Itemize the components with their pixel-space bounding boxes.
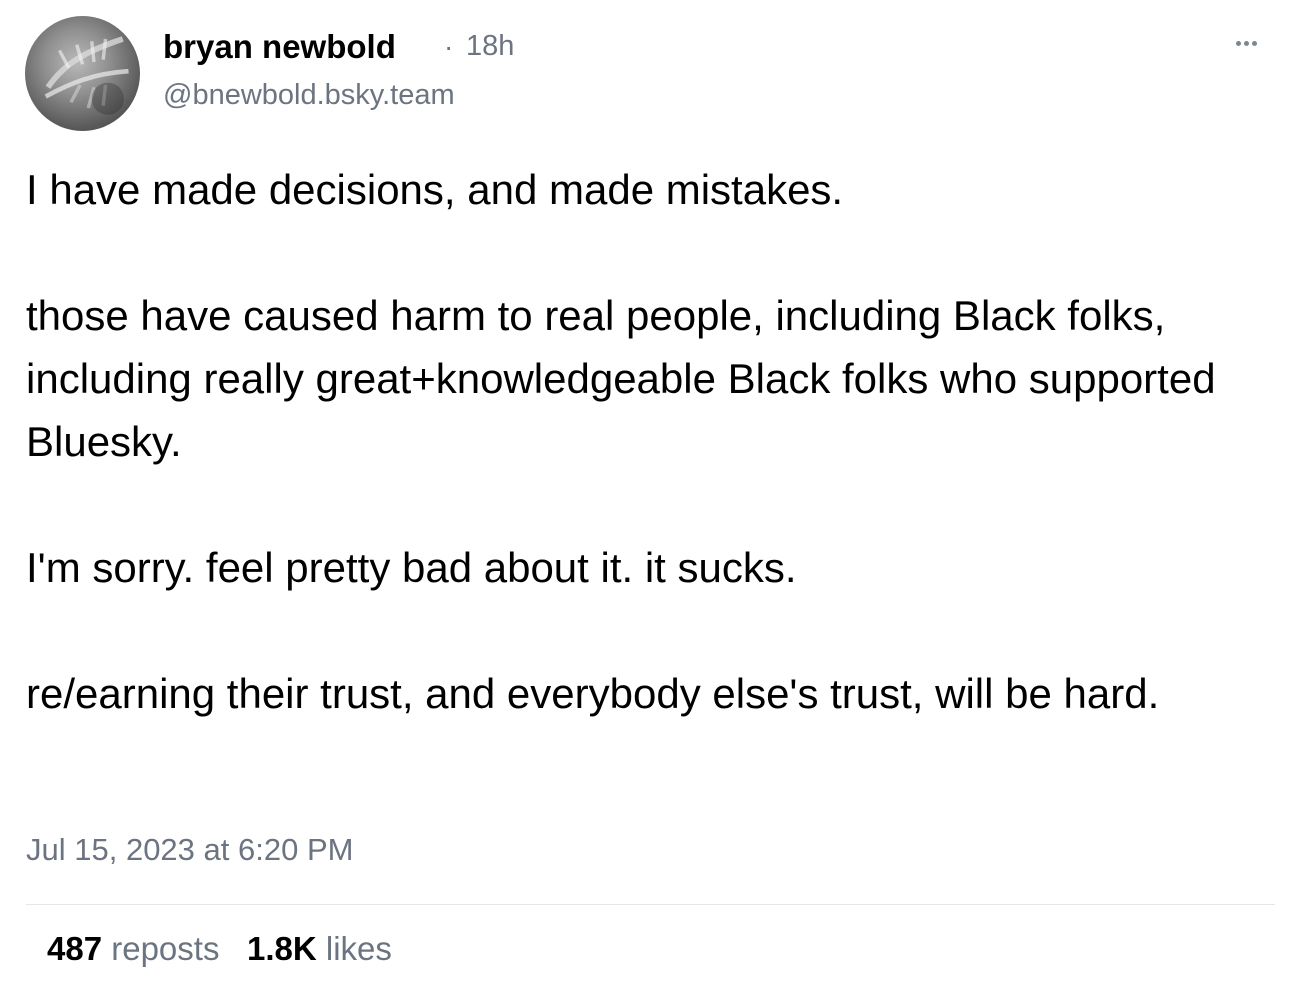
likes-label: likes — [325, 930, 392, 967]
post-card: bryan newbold · 18h @bnewbold.bsky.team … — [0, 0, 1300, 991]
post-paragraph: re/earning their trust, and everybody el… — [26, 670, 1160, 717]
reposts-label: reposts — [111, 930, 220, 967]
relative-time[interactable]: 18h — [466, 30, 514, 63]
reposts-stat[interactable]: 487 reposts — [47, 930, 219, 967]
post-body: I have made decisions, and made mistakes… — [26, 158, 1266, 725]
author-handle[interactable]: @bnewbold.bsky.team — [163, 79, 455, 112]
post-paragraph: those have caused harm to real people, i… — [26, 292, 1216, 465]
post-timestamp: Jul 15, 2023 at 6:20 PM — [26, 832, 354, 867]
likes-count: 1.8K — [246, 930, 317, 967]
ellipsis-icon — [1235, 40, 1241, 46]
author-display-name[interactable]: bryan newbold — [163, 28, 396, 66]
post-paragraph: I have made decisions, and made mistakes… — [26, 166, 844, 213]
reposts-count: 487 — [47, 930, 103, 967]
meta-separator: · — [444, 31, 454, 62]
author-avatar[interactable] — [25, 16, 140, 131]
engagement-stats: 487 reposts 1.8K likes — [47, 930, 392, 968]
more-options-button[interactable] — [1226, 30, 1266, 56]
divider — [26, 904, 1275, 905]
likes-stat[interactable]: 1.8K likes — [247, 930, 392, 967]
ellipsis-icon — [1251, 40, 1257, 46]
post-paragraph: I'm sorry. feel pretty bad about it. it … — [26, 544, 797, 591]
ellipsis-icon — [1243, 40, 1249, 46]
avatar-image — [44, 36, 129, 115]
